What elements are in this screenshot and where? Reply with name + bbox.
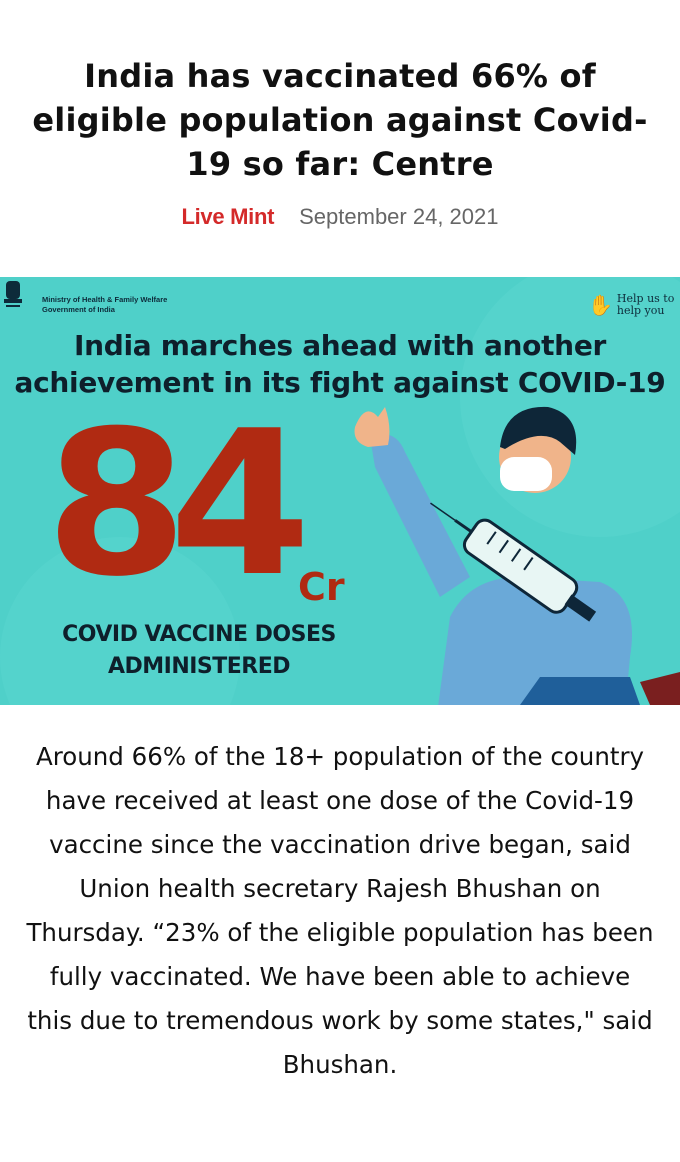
dose-count: 84 [45,388,312,621]
article-headline: India has vaccinated 66% of eligible pop… [32,57,648,183]
article-date: September 24, 2021 [299,204,499,229]
ministry-label: Ministry of Health & Family Welfare Gove… [42,295,168,314]
dose-unit: Cr [298,565,345,609]
article-body: Around 66% of the 18+ population of the … [26,742,654,1079]
hand-icon: ✋ [588,293,613,317]
emblem-icon [4,281,22,307]
dose-caption: COVID VACCINE DOSES ADMINISTERED [62,622,336,679]
help-us-badge: ✋ Help us to help you [588,292,675,317]
article-source[interactable]: Live Mint [181,204,274,229]
article-meta: Live Mint September 24, 2021 [0,202,680,233]
article-image: Ministry of Health & Family Welfare Gove… [0,277,680,705]
